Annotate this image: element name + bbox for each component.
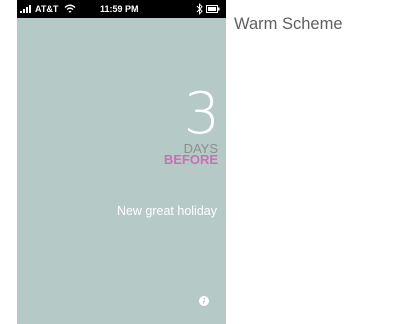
- phone-screen: AT&T 11:59 PM 3 DAYS BEFORE New great ho…: [17, 0, 226, 324]
- countdown-number: 3: [183, 81, 220, 147]
- battery-icon: [206, 5, 220, 13]
- carrier-label: AT&T: [35, 4, 59, 14]
- status-time: 11:59 PM: [100, 4, 139, 14]
- scheme-title: Warm Scheme: [234, 15, 343, 33]
- signal-strength-icon: [20, 5, 34, 13]
- event-name: New great holiday: [116, 204, 217, 218]
- bluetooth-icon: [196, 3, 203, 15]
- status-bar: AT&T 11:59 PM: [17, 0, 226, 18]
- wifi-icon: [64, 4, 76, 13]
- info-icon[interactable]: [199, 296, 209, 306]
- countdown-relation: BEFORE: [163, 152, 218, 167]
